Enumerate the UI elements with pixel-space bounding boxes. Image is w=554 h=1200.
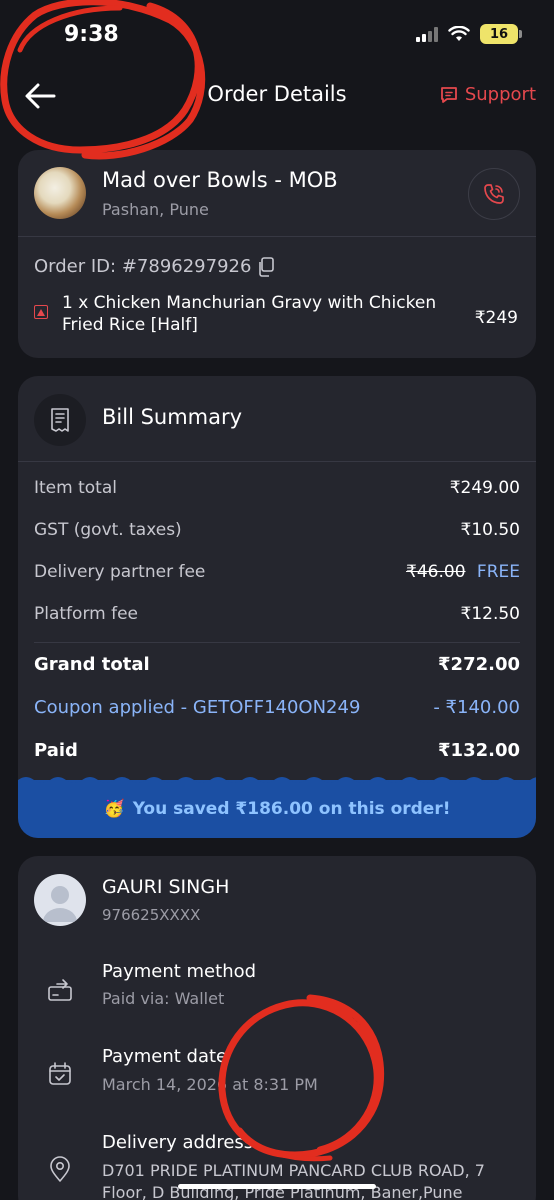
status-icons: 16: [416, 24, 522, 44]
payment-date-value: March 14, 2026 at 8:31 PM: [102, 1075, 318, 1094]
calendar-icon: [49, 1062, 71, 1085]
payment-method-label: Payment method: [102, 961, 257, 982]
signal-icon: [416, 26, 438, 42]
restaurant-row: Mad over Bowls - MOB Pashan, Pune: [18, 150, 536, 238]
gst-label: GST (govt. taxes): [34, 520, 182, 540]
receipt-icon: [34, 394, 86, 446]
delivery-fee-label: Delivery partner fee: [34, 562, 206, 582]
savings-text: You saved ₹186.00 on this order!: [132, 799, 451, 819]
copy-icon[interactable]: [257, 256, 275, 277]
bill-row-platform-fee: Platform fee ₹12.50: [34, 604, 520, 624]
savings-banner: 🥳 You saved ₹186.00 on this order!: [18, 777, 536, 838]
status-time: 9:38: [64, 22, 119, 47]
bill-row-paid: Paid ₹132.00: [34, 740, 520, 761]
party-emoji-icon: 🥳: [103, 799, 125, 819]
divider: [18, 461, 536, 462]
order-id-row: Order ID: #7896297926: [34, 256, 275, 277]
restaurant-name: Mad over Bowls - MOB: [102, 168, 338, 192]
header: Order Details Support: [0, 70, 554, 124]
bill-row-gst: GST (govt. taxes) ₹10.50: [34, 520, 520, 540]
coupon-label: Coupon applied - GETOFF140ON249: [34, 697, 361, 718]
payment-date-label: Payment date: [102, 1046, 228, 1067]
coupon-value: - ₹140.00: [433, 697, 520, 718]
bill-row-item-total: Item total ₹249.00: [34, 478, 520, 498]
paid-label: Paid: [34, 740, 78, 761]
customer-card: GAURI SINGH 976625XXXX Payment method Pa…: [18, 856, 536, 1200]
restaurant-image: [34, 167, 86, 219]
bill-row-grand-total: Grand total ₹272.00: [34, 654, 520, 675]
support-label: Support: [464, 84, 536, 105]
bill-row-delivery-fee: Delivery partner fee ₹46.00 FREE: [34, 562, 520, 582]
grand-total-value: ₹272.00: [438, 654, 520, 675]
platform-fee-value: ₹12.50: [460, 604, 520, 624]
wave-decoration: [18, 777, 536, 786]
phone-icon: [484, 184, 504, 204]
customer-name: GAURI SINGH: [102, 876, 230, 898]
status-bar: 9:38 16: [0, 0, 554, 70]
chat-icon: [440, 86, 457, 103]
avatar: [34, 874, 86, 926]
order-card: Mad over Bowls - MOB Pashan, Pune Order …: [18, 150, 536, 358]
grand-total-label: Grand total: [34, 654, 150, 675]
payment-method-value: Paid via: Wallet: [102, 989, 225, 1008]
wifi-icon: [448, 26, 470, 41]
wallet-icon: [48, 979, 72, 1001]
home-indicator[interactable]: [178, 1184, 376, 1189]
bill-row-coupon: Coupon applied - GETOFF140ON249 - ₹140.0…: [34, 697, 520, 718]
non-veg-icon: [34, 305, 48, 319]
bill-summary-card: Bill Summary Item total ₹249.00 GST (gov…: [18, 376, 536, 838]
divider: [34, 642, 520, 643]
call-restaurant-button[interactable]: [468, 168, 520, 220]
item-total-label: Item total: [34, 478, 117, 498]
delivery-fee-free: FREE: [476, 562, 520, 582]
battery-icon: 16: [480, 24, 522, 44]
gst-value: ₹10.50: [460, 520, 520, 540]
divider: [18, 236, 536, 237]
paid-value: ₹132.00: [438, 740, 520, 761]
delivery-address-label: Delivery address: [102, 1132, 254, 1153]
order-item-name: 1 x Chicken Manchurian Gravy with Chicke…: [62, 293, 437, 335]
order-id: Order ID: #7896297926: [34, 256, 252, 277]
delivery-fee-original: ₹46.00: [406, 562, 466, 582]
support-button[interactable]: Support: [439, 84, 536, 105]
platform-fee-label: Platform fee: [34, 604, 139, 624]
customer-phone: 976625XXXX: [102, 906, 201, 924]
location-pin-icon: [50, 1156, 70, 1182]
restaurant-location: Pashan, Pune: [102, 200, 209, 219]
item-total-value: ₹249.00: [449, 478, 520, 498]
delivery-address-value: D701 PRIDE PLATINUM PANCARD CLUB ROAD, 7…: [102, 1161, 485, 1200]
order-item-price: ₹249: [474, 308, 518, 328]
bill-summary-title: Bill Summary: [102, 405, 243, 429]
delivery-fee-value-group: ₹46.00 FREE: [406, 562, 520, 582]
